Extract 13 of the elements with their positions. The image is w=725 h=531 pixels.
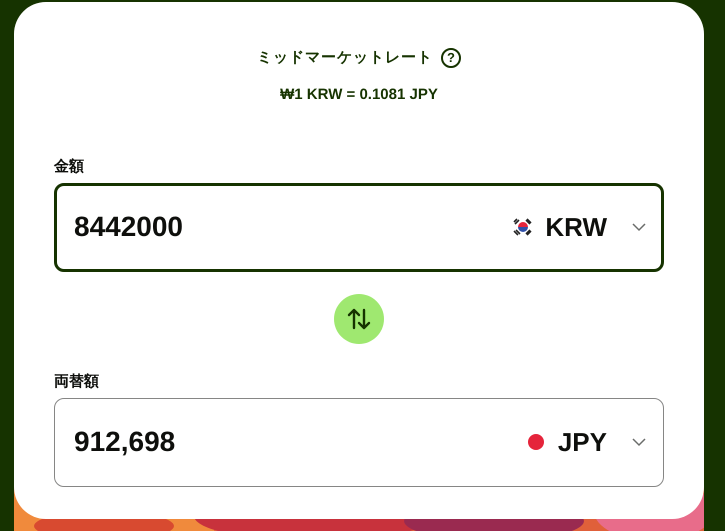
chevron-down-icon <box>631 222 647 232</box>
currency-select[interactable]: KRW <box>511 208 647 246</box>
chevron-down-icon <box>631 437 647 447</box>
field-label: 両替額 <box>54 372 99 390</box>
amount-field[interactable]: 8442000 KRW <box>54 182 664 272</box>
rate-title: ミッドマーケットレート <box>257 48 433 68</box>
swap-button[interactable] <box>334 294 384 344</box>
swap-icon <box>346 306 372 330</box>
amount-field[interactable]: 912,698 JPY <box>54 398 664 486</box>
field-label: 金額 <box>54 158 84 174</box>
exchange-rate: ₩1 KRW = 0.1081 JPY <box>280 85 438 105</box>
currency-select[interactable]: JPY <box>524 422 647 462</box>
help-icon[interactable]: ? <box>441 48 461 68</box>
